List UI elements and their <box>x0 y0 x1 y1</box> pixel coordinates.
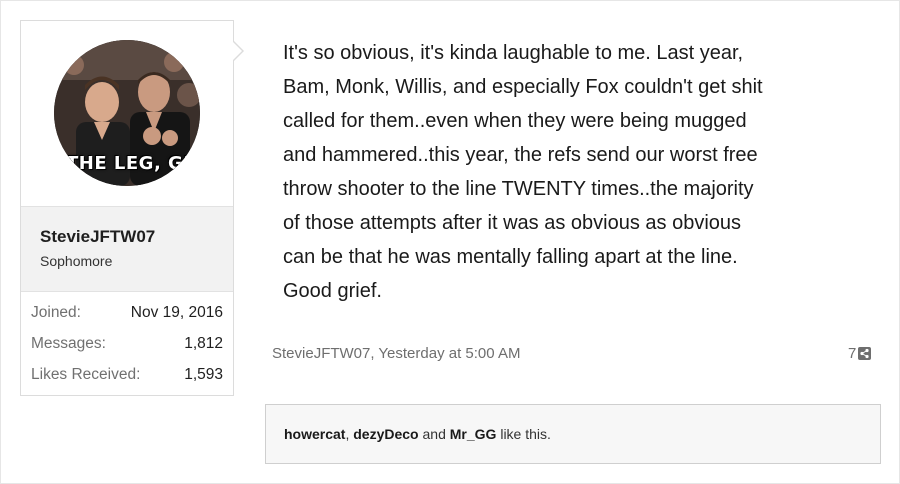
likes-summary: howercat, dezyDeco and Mr_GG like this. <box>265 404 881 464</box>
stat-label: Joined: <box>31 304 81 321</box>
stat-row-joined: Joined: Nov 19, 2016 <box>31 304 223 326</box>
share-icon[interactable] <box>858 347 872 360</box>
avatar-caption: THE LEG, GR <box>66 153 198 174</box>
post-number: 7 <box>848 345 857 362</box>
stat-label: Messages: <box>31 335 106 352</box>
stat-value[interactable]: 1,812 <box>184 335 223 353</box>
message-line: of those attempts after it was as obviou… <box>283 212 742 234</box>
stat-label: Likes Received: <box>31 366 141 383</box>
message-line: Bam, Monk, Willis, and especially Fox co… <box>283 76 763 98</box>
message-line: and hammered..this year, the refs send o… <box>283 144 758 166</box>
message-line: Good grief. <box>283 280 382 302</box>
message-line: can be that he was mentally falling apar… <box>283 246 738 268</box>
message-pointer-inner <box>232 41 242 61</box>
post-permalink[interactable]: 7 <box>848 345 872 362</box>
liker-link[interactable]: Mr_GG <box>450 426 497 442</box>
stat-row-likes-received: Likes Received: 1,593 <box>31 366 223 388</box>
post-author-date[interactable]: StevieJFTW07, Yesterday at 5:00 AM <box>272 345 520 362</box>
likes-separator: and <box>418 426 450 442</box>
user-info-panel: THE LEG, GR StevieJFTW07 Sophomore Joine… <box>20 20 234 396</box>
liker-link[interactable]: dezyDeco <box>353 426 418 442</box>
message-body: It's so obvious, it's kinda laughable to… <box>283 36 873 308</box>
stat-value: Nov 19, 2016 <box>130 304 223 321</box>
liker-link[interactable]: howercat <box>284 426 345 442</box>
stat-value: 1,593 <box>184 366 223 383</box>
likes-suffix: like this. <box>496 426 551 442</box>
message-line: throw shooter to the line TWENTY times..… <box>283 178 754 200</box>
avatar[interactable]: THE LEG, GR <box>54 40 200 186</box>
stat-row-messages: Messages: 1,812 <box>31 335 223 357</box>
user-title: Sophomore <box>40 253 113 269</box>
message-line: It's so obvious, it's kinda laughable to… <box>283 42 744 64</box>
username-link[interactable]: StevieJFTW07 <box>40 227 155 247</box>
user-details: StevieJFTW07 Sophomore <box>21 206 233 292</box>
message-line: called for them..even when they were bei… <box>283 110 747 132</box>
likes-text: howercat, dezyDeco and Mr_GG like this. <box>284 426 551 442</box>
